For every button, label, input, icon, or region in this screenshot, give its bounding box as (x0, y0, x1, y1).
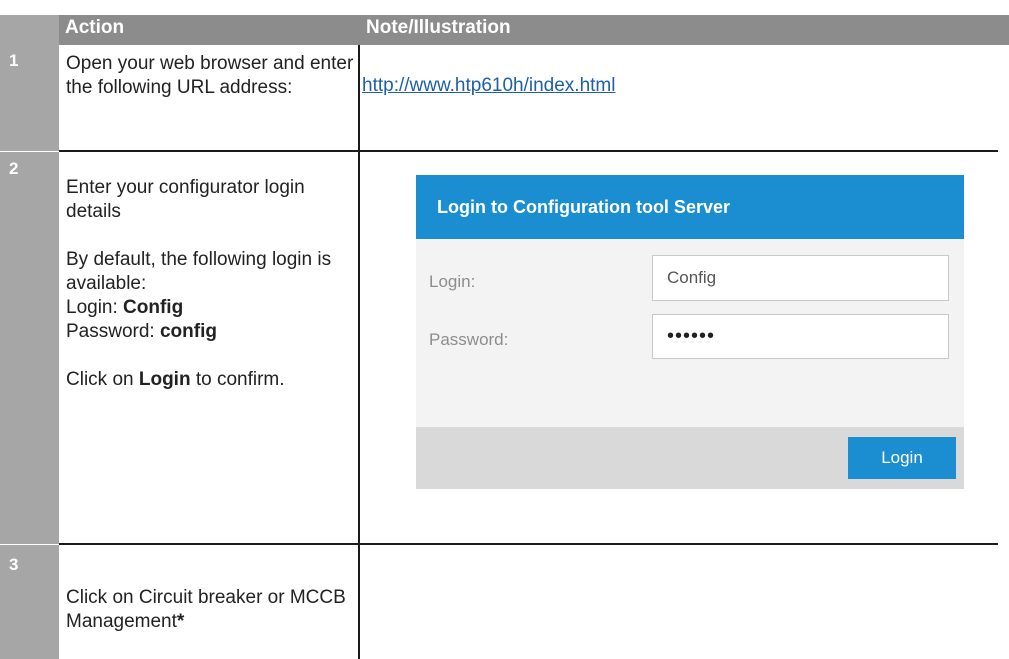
row-2-default-note: By default, the following login is avail… (66, 249, 332, 294)
click-suffix: to confirm. (190, 369, 285, 390)
header-number-cell (0, 15, 59, 45)
password-input[interactable]: •••••• (652, 314, 949, 359)
click-login-keyword: Login (138, 369, 191, 390)
row-2-login-line: Login: Config (66, 296, 346, 320)
row-2-click-line: Click on Login to confirm. (66, 368, 346, 392)
row-3-action: Click on Circuit breaker or MCCB Managem… (66, 586, 356, 634)
password-field-label: Password: (429, 330, 509, 349)
password-credential-label: Password: (66, 321, 160, 342)
login-dialog-title: Login to Configuration tool Server (416, 175, 964, 239)
row-3-asterisk: * (176, 611, 185, 632)
row-2-password-line: Password: config (66, 320, 346, 344)
column-divider (358, 45, 360, 659)
login-button[interactable]: Login (848, 437, 956, 479)
login-credential-label: Login: (66, 297, 124, 318)
row-2-intro: Enter your configurator login details (66, 177, 305, 222)
row-2-action: Enter your configurator login details By… (66, 176, 346, 392)
row-divider-1 (59, 150, 998, 152)
header-action: Action (59, 15, 360, 45)
login-dialog-footer: Login (416, 427, 964, 489)
row-3-action-text: Click on Circuit breaker or MCCB Managem… (66, 587, 346, 632)
row-divider-2 (59, 543, 998, 545)
row-2-number: 2 (0, 152, 59, 544)
click-prefix: Click on (66, 369, 139, 390)
password-credential-value: config (159, 321, 217, 342)
row-1-url-link[interactable]: http://www.htp610h/index.html (362, 75, 615, 97)
login-dialog-illustration: Login to Configuration tool Server Login… (416, 175, 964, 489)
row-3-number: 3 (0, 545, 59, 659)
login-field-label: Login: (429, 272, 476, 291)
row-1-action: Open your web browser and enter the foll… (66, 53, 354, 98)
row-1-number: 1 (0, 45, 59, 151)
login-input[interactable]: Config (652, 255, 949, 301)
header-note: Note/Illustration (360, 15, 1009, 45)
login-credential-value: Config (123, 297, 184, 318)
